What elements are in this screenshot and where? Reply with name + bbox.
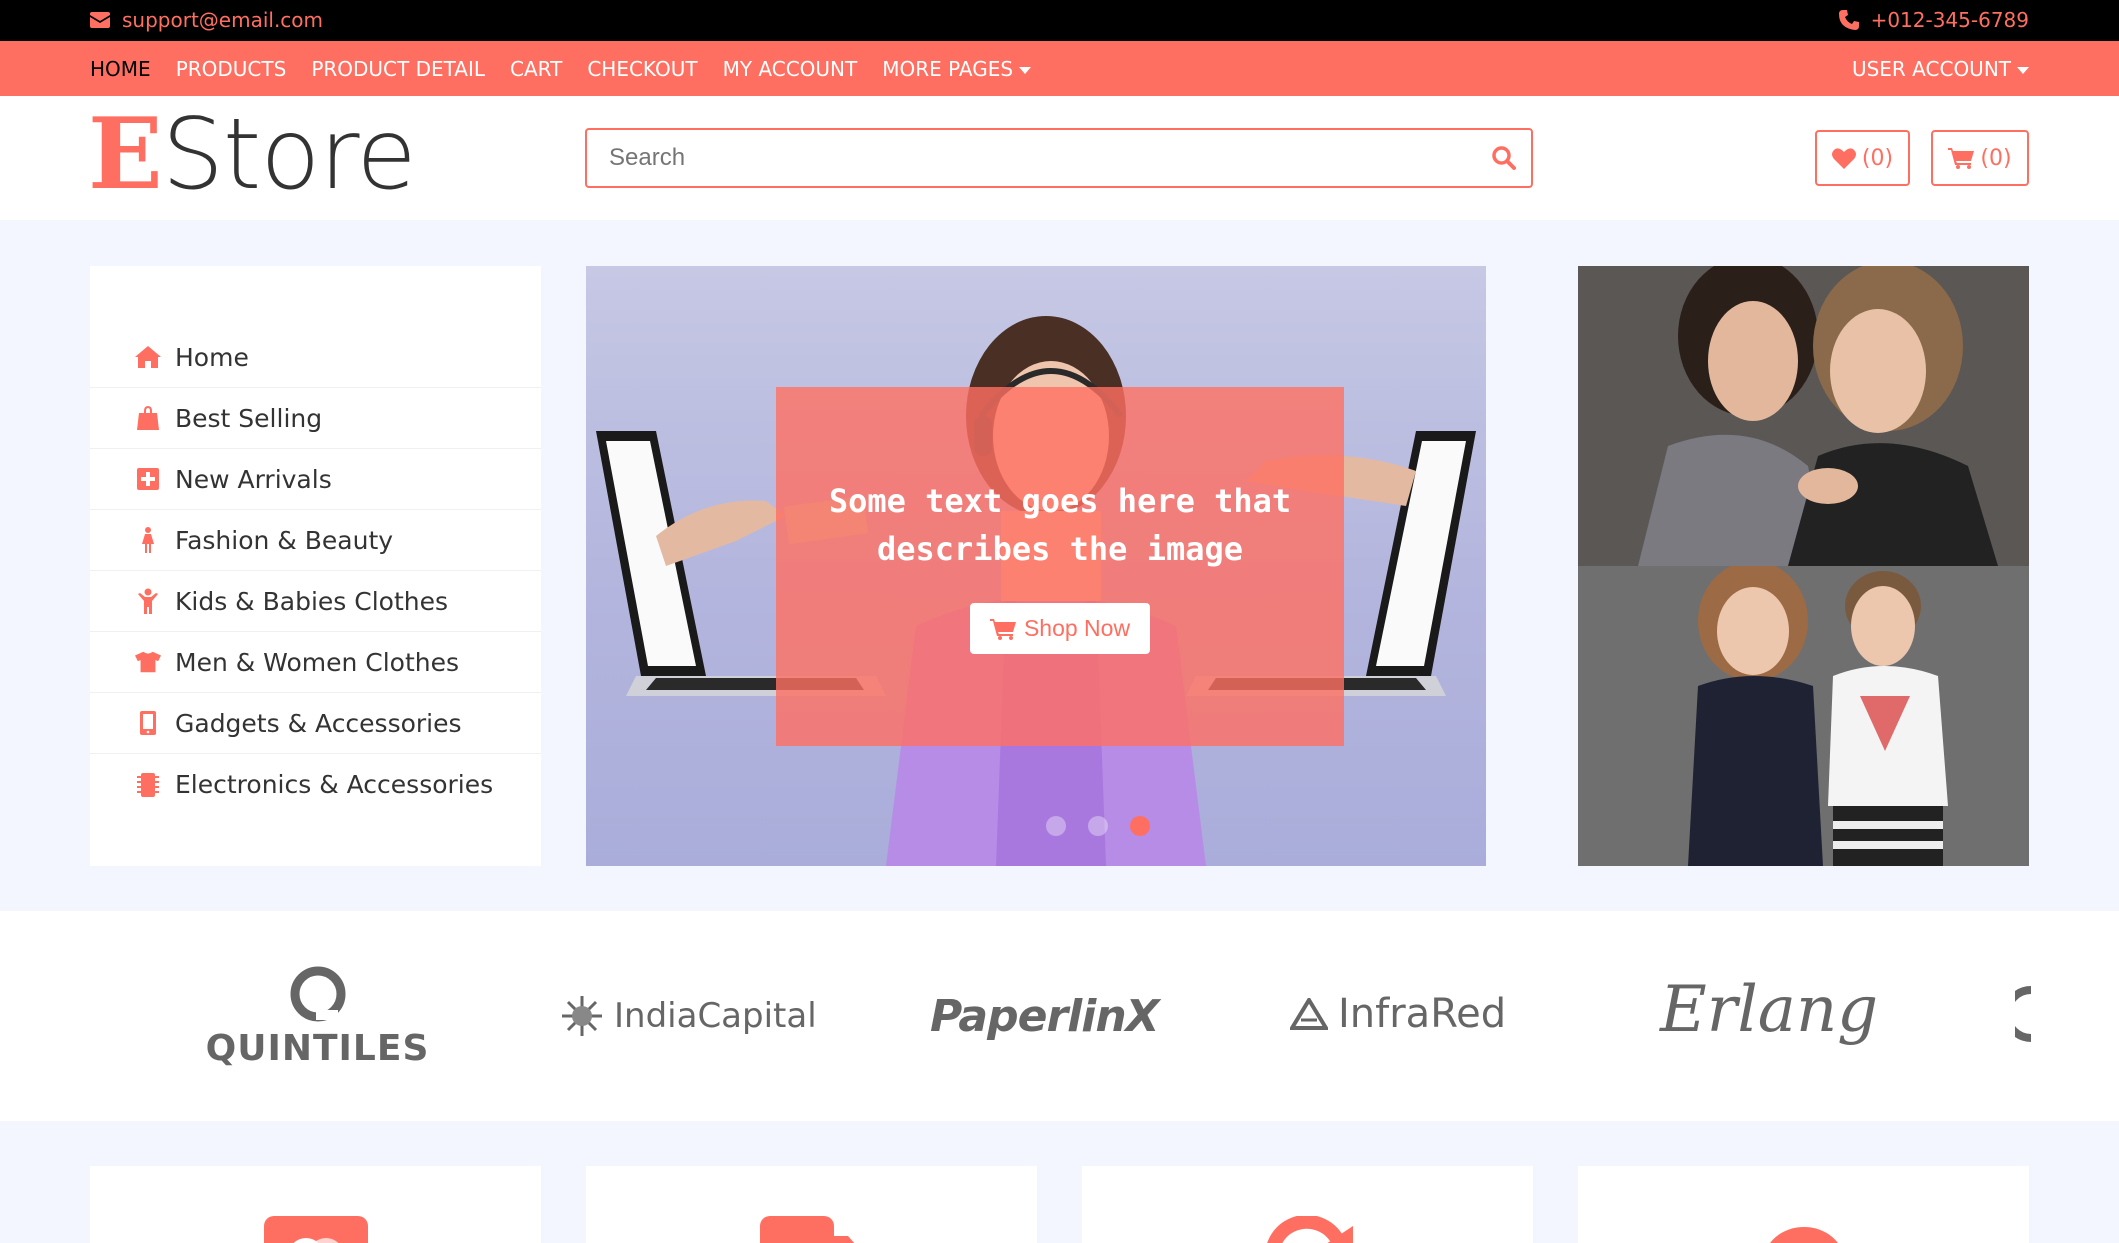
nav-item-my-account[interactable]: MY ACCOUNT bbox=[723, 57, 858, 81]
sidebar-item-label: Men & Women Clothes bbox=[175, 647, 460, 677]
sidebar-item-label: Electronics & Accessories bbox=[175, 770, 494, 799]
feature-card-payment bbox=[90, 1166, 541, 1243]
brand-logo-infrared[interactable]: InfraRed bbox=[1290, 991, 1506, 1037]
shop-now-label: Shop Now bbox=[1023, 615, 1131, 641]
child-icon bbox=[135, 588, 161, 614]
brand-logo-indiacapital[interactable]: IndiaCapital bbox=[560, 994, 817, 1038]
sidebar-item-label: Best Selling bbox=[175, 403, 323, 433]
wishlist-button[interactable]: (0) bbox=[1815, 130, 1910, 186]
search-input[interactable] bbox=[587, 130, 1447, 186]
quintiles-logo-icon bbox=[290, 966, 345, 1022]
cart-count: (0) bbox=[1980, 145, 2012, 171]
carousel-caption: Some text goes here that describes the i… bbox=[776, 387, 1344, 746]
chevron-down-icon bbox=[1019, 67, 1032, 74]
credit-card-icon bbox=[263, 1216, 368, 1243]
carousel-dot-active[interactable] bbox=[1130, 816, 1150, 836]
user-account-dropdown[interactable]: USER ACCOUNT bbox=[1852, 57, 2029, 81]
brand-name: PaperlinX bbox=[930, 991, 1160, 1042]
sidebar-item-label: Kids & Babies Clothes bbox=[175, 586, 449, 616]
brand-logo-partial bbox=[2015, 986, 2031, 1042]
user-account-label: USER ACCOUNT bbox=[1851, 57, 2011, 81]
brand-carousel: QUINTILES IndiaCapital PaperlinX InfraRe… bbox=[0, 911, 2119, 1121]
carousel-dot[interactable] bbox=[1046, 816, 1066, 836]
microchip-icon bbox=[135, 772, 161, 798]
indiacapital-logo-icon bbox=[562, 996, 602, 1036]
site-header: EStore (0) (0) bbox=[0, 96, 2119, 220]
sidebar-item-new-arrivals[interactable]: New Arrivals bbox=[90, 449, 541, 510]
cart-icon bbox=[989, 618, 1016, 640]
nav-menu: HOME PRODUCTS PRODUCT DETAIL CART CHECKO… bbox=[90, 57, 1032, 81]
feature-card-shipping bbox=[586, 1166, 1037, 1243]
tshirt-icon bbox=[135, 649, 161, 675]
more-pages-label: MORE PAGES bbox=[882, 57, 1014, 81]
feature-card-returns bbox=[1082, 1166, 1533, 1243]
brand-name: IndiaCapital bbox=[614, 996, 817, 1036]
sidebar-item-best-selling[interactable]: Best Selling bbox=[90, 388, 541, 449]
shop-now-button[interactable]: Shop Now bbox=[969, 603, 1151, 654]
main-navbar: HOME PRODUCTS PRODUCT DETAIL CART CHECKO… bbox=[0, 41, 2119, 96]
nav-item-products[interactable]: PRODUCTS bbox=[176, 57, 287, 81]
promo-image-kids[interactable] bbox=[1578, 566, 2029, 866]
phone-text[interactable]: +012-345-6789 bbox=[1871, 8, 2029, 32]
promo-image-women[interactable] bbox=[1578, 266, 2029, 566]
logo-initial: E bbox=[88, 97, 163, 212]
carousel-indicators bbox=[1046, 816, 1150, 836]
shopping-bag-icon bbox=[135, 405, 161, 431]
caption-text: Some text goes here that describes the i… bbox=[828, 482, 1292, 568]
sidebar-item-gadgets[interactable]: Gadgets & Accessories bbox=[90, 693, 541, 754]
cart-button[interactable]: (0) bbox=[1931, 130, 2029, 186]
mobile-icon bbox=[135, 710, 161, 736]
brand-name: QUINTILES bbox=[205, 1028, 430, 1069]
brand-name: InfraRed bbox=[1338, 991, 1507, 1037]
sidebar-item-label: Gadgets & Accessories bbox=[175, 708, 462, 738]
heart-icon bbox=[1831, 148, 1856, 169]
brand-logo-erlang[interactable]: Erlang bbox=[1660, 973, 1878, 1047]
top-bar: support@email.com +012-345-6789 bbox=[0, 0, 2119, 41]
sidebar-item-electronics[interactable]: Electronics & Accessories bbox=[90, 754, 541, 815]
category-list: Home Best Selling New Arrivals Fashion &… bbox=[90, 266, 541, 815]
nav-item-product-detail[interactable]: PRODUCT DETAIL bbox=[311, 57, 485, 81]
envelope-icon bbox=[90, 12, 110, 28]
chevron-down-icon bbox=[2017, 67, 2029, 74]
sidebar-item-kids-babies[interactable]: Kids & Babies Clothes bbox=[90, 571, 541, 632]
nav-item-more-pages[interactable]: MORE PAGES bbox=[882, 57, 1032, 81]
brand-name: Erlang bbox=[1660, 973, 1879, 1047]
brand-logo-paperlinx[interactable]: PaperlinX bbox=[930, 991, 1160, 1042]
brand-logo-quintiles[interactable]: QUINTILES bbox=[205, 966, 430, 1069]
search-icon bbox=[1492, 146, 1516, 170]
contact-email[interactable]: support@email.com bbox=[90, 8, 323, 32]
female-icon bbox=[135, 527, 161, 553]
truck-icon bbox=[759, 1216, 854, 1243]
sidebar-item-label: New Arrivals bbox=[175, 464, 332, 494]
nav-item-checkout[interactable]: CHECKOUT bbox=[587, 57, 697, 81]
cart-icon bbox=[1948, 148, 1975, 169]
nav-item-cart[interactable]: CART bbox=[510, 57, 562, 81]
category-sidebar: Home Best Selling New Arrivals Fashion &… bbox=[90, 266, 541, 866]
home-icon bbox=[135, 344, 161, 370]
refresh-icon bbox=[1266, 1216, 1353, 1243]
infrared-logo-icon bbox=[1290, 998, 1328, 1030]
chat-icon bbox=[1769, 1227, 1838, 1243]
logo-text: Store bbox=[161, 98, 417, 212]
wishlist-count: (0) bbox=[1861, 145, 1894, 171]
search-button[interactable] bbox=[1491, 145, 1517, 175]
women-photo bbox=[1578, 266, 2029, 566]
carousel-dot[interactable] bbox=[1088, 816, 1108, 836]
nav-item-home[interactable]: HOME bbox=[90, 57, 151, 81]
phone-icon bbox=[1838, 10, 1859, 30]
sidebar-item-men-women[interactable]: Men & Women Clothes bbox=[90, 632, 541, 693]
plus-square-icon bbox=[135, 466, 161, 492]
search-box bbox=[585, 128, 1533, 188]
feature-card-support bbox=[1578, 1166, 2029, 1243]
partial-logo-icon bbox=[2015, 986, 2031, 1042]
sidebar-item-label: Fashion & Beauty bbox=[175, 525, 394, 555]
contact-phone[interactable]: +012-345-6789 bbox=[1838, 8, 2029, 32]
sidebar-item-home[interactable]: Home bbox=[90, 327, 541, 388]
kids-photo bbox=[1578, 566, 2029, 866]
hero-carousel[interactable]: Some text goes here that describes the i… bbox=[586, 266, 1486, 866]
email-text[interactable]: support@email.com bbox=[122, 8, 323, 32]
sidebar-item-label: Home bbox=[175, 342, 249, 372]
sidebar-item-fashion-beauty[interactable]: Fashion & Beauty bbox=[90, 510, 541, 571]
store-logo[interactable]: EStore bbox=[88, 106, 417, 205]
